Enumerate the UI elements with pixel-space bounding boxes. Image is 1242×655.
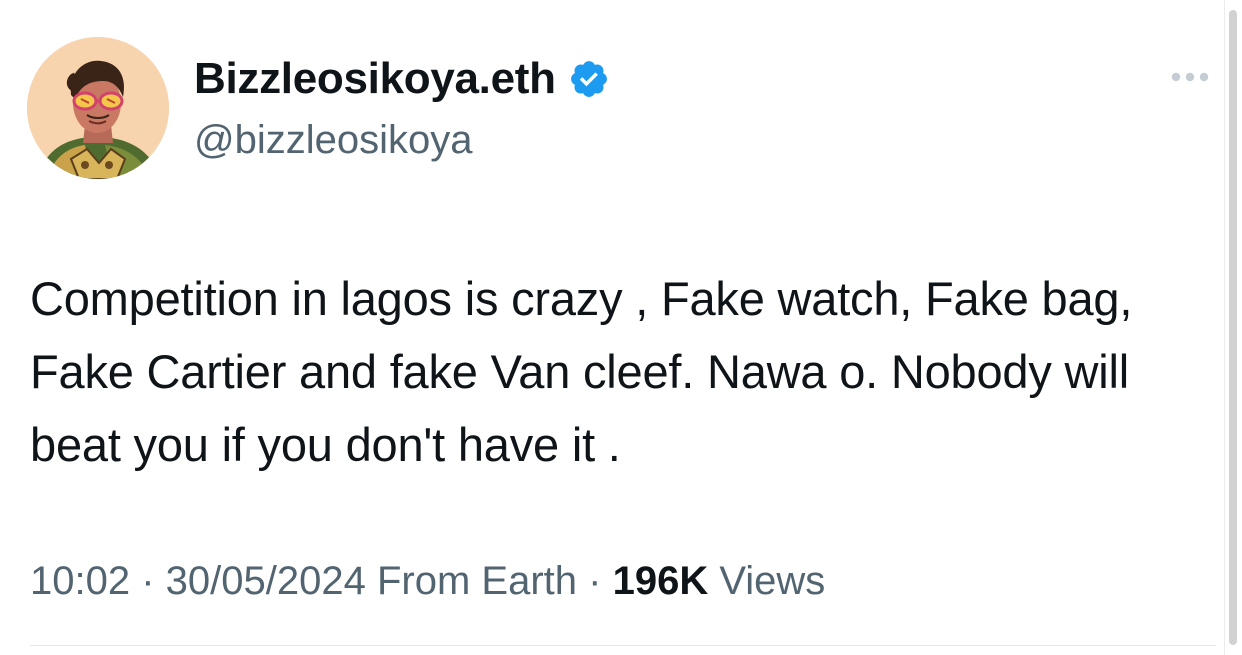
avatar-portrait-icon [27, 37, 169, 179]
tweet-source: From Earth [376, 559, 578, 603]
verified-badge-icon [568, 58, 610, 100]
scrollbar[interactable] [1224, 0, 1242, 655]
author-name-row: Bizzleosikoya.eth [194, 54, 610, 104]
author-display-name[interactable]: Bizzleosikoya.eth [194, 54, 556, 104]
views-label: Views [719, 559, 826, 603]
tweet-meta: 10:02 · 30/05/2024 From Earth · 196K Vie… [30, 556, 825, 606]
tweet-time[interactable]: 10:02 [30, 559, 130, 603]
author-handle[interactable]: @bizzleosikoya [194, 116, 473, 164]
tweet-card: Bizzleosikoya.eth @bizzleosikoya Competi… [0, 0, 1224, 655]
more-options-icon[interactable] [1168, 66, 1212, 88]
tweet-date[interactable]: 30/05/2024 [166, 559, 366, 603]
meta-separator: · [577, 559, 613, 603]
meta-separator: · [130, 559, 166, 603]
divider [30, 645, 1216, 646]
scrollbar-thumb[interactable] [1229, 10, 1237, 645]
views-count: 196K [612, 559, 709, 603]
tweet-text: Competition in lagos is crazy , Fake wat… [30, 272, 1133, 471]
avatar[interactable] [27, 37, 169, 179]
